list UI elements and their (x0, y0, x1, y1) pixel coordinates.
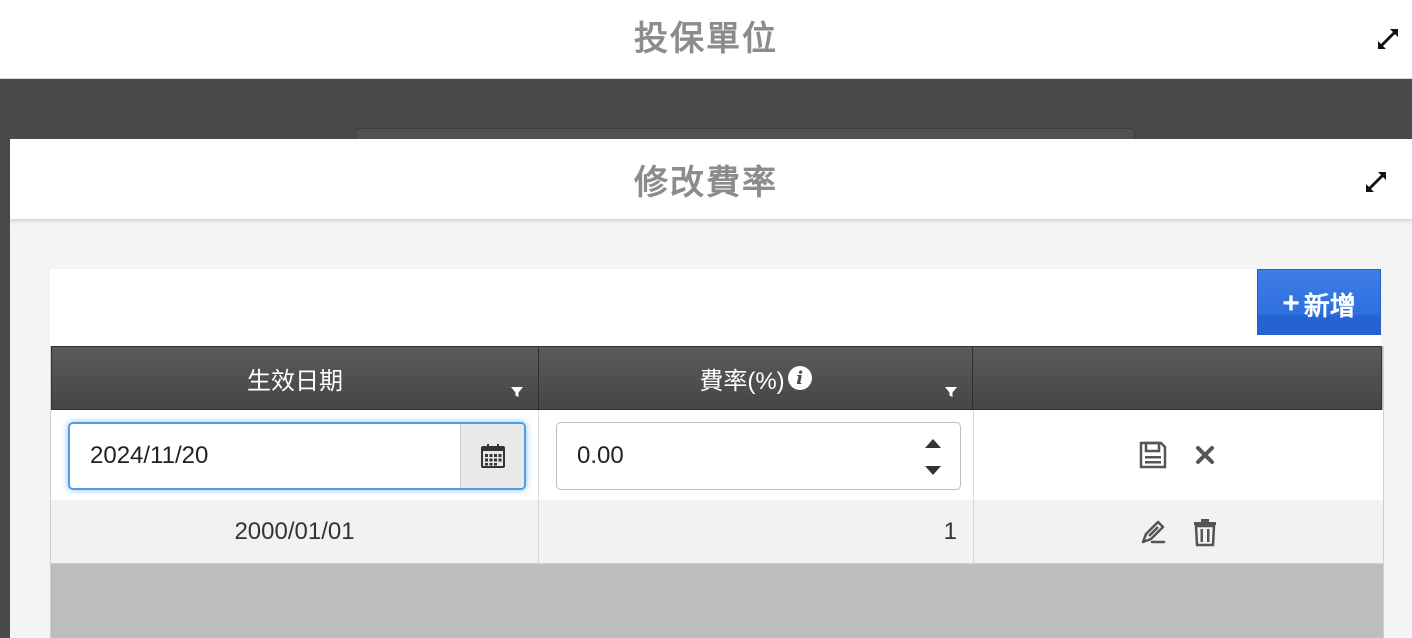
rate-value: 1 (943, 517, 957, 545)
effective-date-value: 2000/01/01 (234, 517, 355, 545)
effective-date-cell (51, 410, 539, 500)
plus-icon: + (1282, 287, 1300, 320)
add-button[interactable]: + 新增 (1257, 269, 1381, 335)
background-window-title: 投保單位 (634, 20, 778, 58)
cancel-icon[interactable] (1190, 440, 1220, 470)
dialog-title: 修改費率 (634, 164, 778, 202)
info-icon[interactable]: i (787, 366, 812, 390)
column-header-label: 生效日期 (247, 367, 343, 395)
background-titlebar: 投保單位 (0, 0, 1412, 79)
calendar-button[interactable] (460, 424, 524, 488)
filter-icon[interactable] (944, 385, 958, 399)
filter-icon[interactable] (510, 385, 524, 399)
decrease-arrow-icon[interactable] (924, 465, 942, 477)
expand-icon[interactable] (1375, 26, 1401, 52)
effective-date-cell: 2000/01/01 (51, 500, 539, 563)
increase-arrow-icon[interactable] (924, 437, 942, 449)
rate-grid: 生效日期 費率(%) i 2024/11/20 0.00 2000/01/01 … (50, 346, 1384, 638)
date-picker (68, 422, 526, 490)
grid-toolbar: + 新增 (50, 269, 1381, 347)
rate-numeric-box (556, 422, 961, 490)
row-actions-cell (974, 500, 1383, 563)
edit-icon[interactable] (1138, 517, 1168, 547)
rate-cell (539, 410, 974, 500)
grid-header: 生效日期 費率(%) i (51, 346, 1382, 410)
column-header-actions (973, 347, 1381, 409)
rate-input[interactable] (557, 423, 897, 489)
effective-date-input[interactable] (70, 424, 462, 488)
rate-cell: 1 (539, 500, 974, 563)
edit-actions-cell (974, 410, 1383, 500)
column-header-effective-date[interactable]: 生效日期 (52, 347, 539, 409)
delete-icon[interactable] (1190, 517, 1220, 547)
add-button-label: 新增 (1303, 290, 1356, 321)
column-header-label: 費率(%) (699, 367, 785, 395)
table-row[interactable]: 2000/01/01 1 (51, 500, 1383, 564)
dialog-titlebar: 修改費率 (10, 139, 1412, 219)
calendar-icon (480, 444, 505, 468)
edit-rate-dialog: 修改費率 + 新增 生效日期 費率(%) i 2024/11/20 0.00 2… (10, 139, 1412, 638)
save-icon[interactable] (1138, 440, 1168, 470)
column-header-rate[interactable]: 費率(%) i (539, 347, 973, 409)
expand-icon[interactable] (1363, 169, 1389, 195)
table-row-edit (51, 410, 1383, 500)
